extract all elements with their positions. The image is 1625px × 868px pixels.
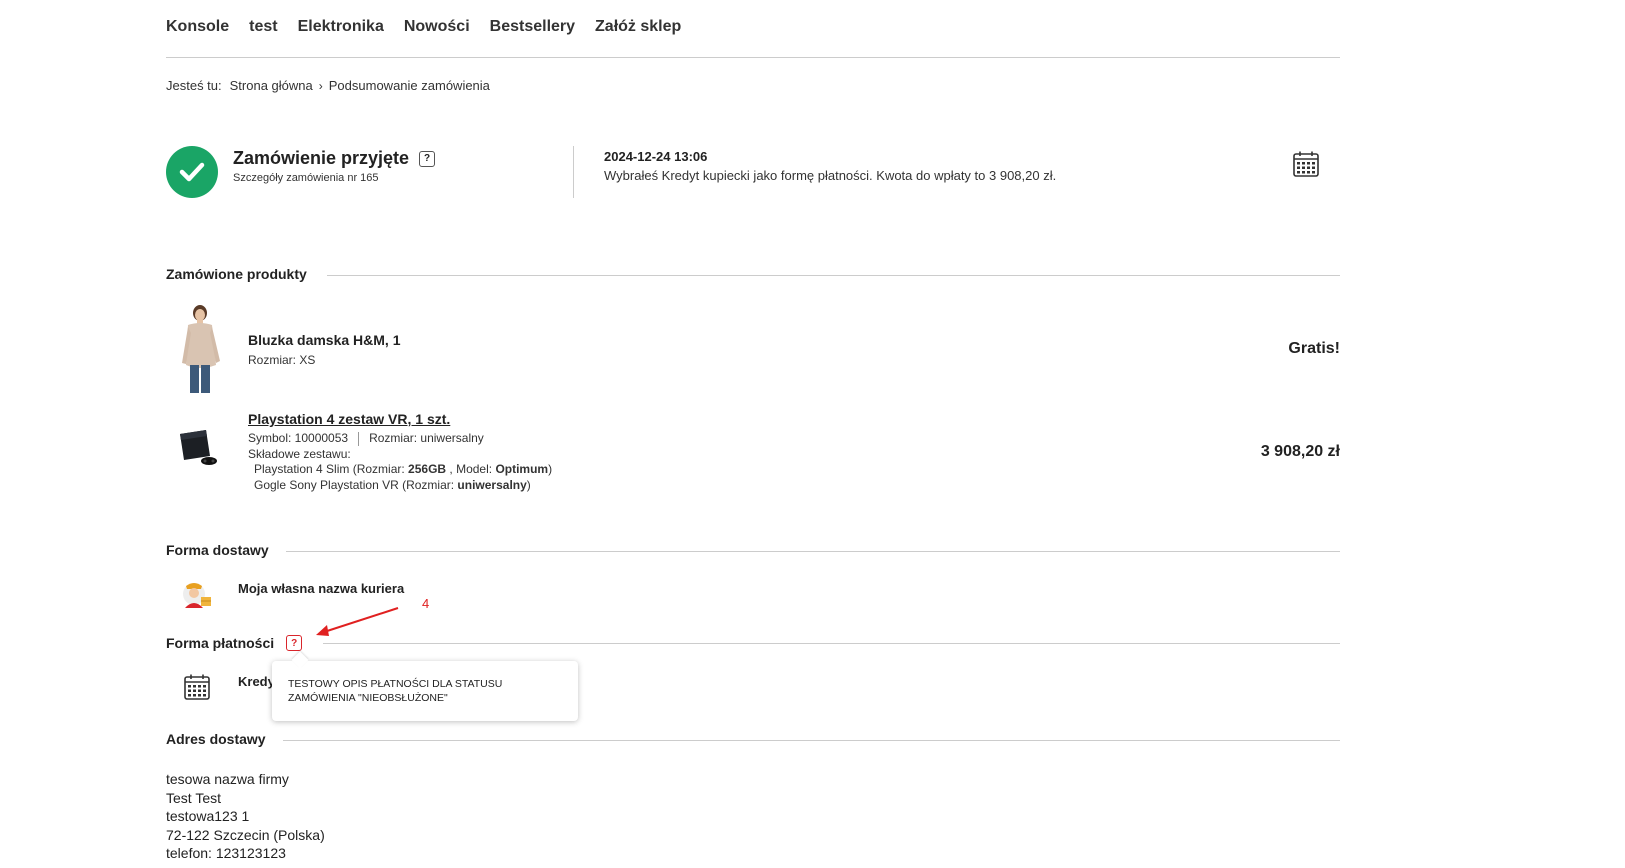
product-price: 3 908,20 zł [1260,443,1340,460]
payment-help-icon[interactable]: ? [286,635,303,651]
product-name-link[interactable]: Playstation 4 zestaw VR, 1 szt. [248,411,450,427]
payment-method: Kredy [238,674,275,689]
nav-item-zaloz-sklep[interactable]: Załóż sklep [595,18,681,36]
delivery-divider [286,551,1340,552]
nav-item-nowosci[interactable]: Nowości [404,18,470,36]
address-line: 72-122 Szczecin (Polska) [166,826,325,843]
product-size: Rozmiar: XS [248,353,316,367]
products-section-title: Zamówione produkty [166,266,307,282]
component-text: ) [526,478,531,492]
payment-section-title: Forma płatności ? [166,635,303,651]
courier-icon [182,580,214,615]
nav-item-konsole[interactable]: Konsole [166,18,229,36]
component-size: uniwersalny [457,478,527,492]
main-nav: Konsole test Elektronika Nowości Bestsel… [166,18,681,36]
component-text: Gogle Sony Playstation VR (Rozmiar: [254,478,458,492]
component-text: , Model: [446,462,496,476]
annotation-arrow-icon [316,607,399,636]
breadcrumb-home[interactable]: Strona główna [230,78,313,93]
address-line: telefon: 123123123 [166,845,286,861]
nav-item-test[interactable]: test [249,18,277,36]
components-label: Składowe zestawu: [248,447,351,461]
breadcrumb-separator: › [318,78,323,93]
annotation-number: 4 [422,596,430,611]
order-status-title: Zamówienie przyjęte ? [233,148,436,169]
product-image-playstation[interactable] [176,428,218,471]
component-model: Optimum [495,462,549,476]
address-line: testowa123 1 [166,808,250,824]
breadcrumb: Jesteś tu: Strona główna › Podsumowanie … [166,78,490,93]
product-name: Bluzka damska H&M, 1 [248,332,401,348]
breadcrumb-current: Podsumowanie zamówienia [328,78,490,93]
header-divider [573,146,574,198]
address-line: tesowa nazwa firmy [166,771,289,787]
order-details-link: Szczegóły zamówienia nr 165 [233,172,379,184]
annotation-label: 4 [422,596,429,611]
nav-divider [166,57,1340,58]
address-divider [283,740,1340,741]
tooltip-text: TESTOWY OPIS PŁATNOŚCI DLA STATUSU ZAMÓW… [288,678,503,704]
calendar-icon [1292,150,1320,183]
address-section-title: Adres dostawy [166,731,266,747]
address-block: tesowa nazwa firmy Test Test testowa123 … [166,770,325,863]
product-symbol: Symbol: 10000053 [248,431,349,445]
product-image-bluzka[interactable] [176,303,226,400]
payment-title-text: Forma płatności [166,635,275,651]
breadcrumb-prefix: Jesteś tu: [166,78,222,93]
meta-separator [358,431,360,446]
payment-calendar-icon [183,673,211,706]
payment-divider [323,643,1340,644]
product-size: Rozmiar: uniwersalny [369,431,484,445]
component-text: ) [548,462,553,476]
component-text: Playstation 4 Slim (Rozmiar: [254,462,409,476]
nav-item-elektronika[interactable]: Elektronika [298,18,384,36]
component-item: Gogle Sony Playstation VR (Rozmiar: uniw… [254,478,531,494]
delivery-section-title: Forma dostawy [166,542,269,558]
payment-message: Wybrałeś Kredyt kupiecki jako formę płat… [604,168,1057,183]
address-line: Test Test [166,789,221,806]
order-datetime: 2024-12-24 13:06 [604,149,708,164]
success-check-icon [166,146,218,198]
nav-item-bestsellery[interactable]: Bestsellery [490,18,575,36]
products-divider [327,275,1340,276]
product-price: Gratis! [1288,340,1340,357]
delivery-method: Moja własna nazwa kuriera [238,581,405,596]
product-meta: Symbol: 10000053 Rozmiar: uniwersalny [248,431,484,447]
help-icon[interactable]: ? [419,150,436,167]
order-status-text: Zamówienie przyjęte [233,148,410,168]
payment-tooltip: TESTOWY OPIS PŁATNOŚCI DLA STATUSU ZAMÓW… [272,661,578,721]
component-item: Playstation 4 Slim (Rozmiar: 256GB , Mod… [254,462,552,478]
component-size: 256GB [408,462,447,476]
